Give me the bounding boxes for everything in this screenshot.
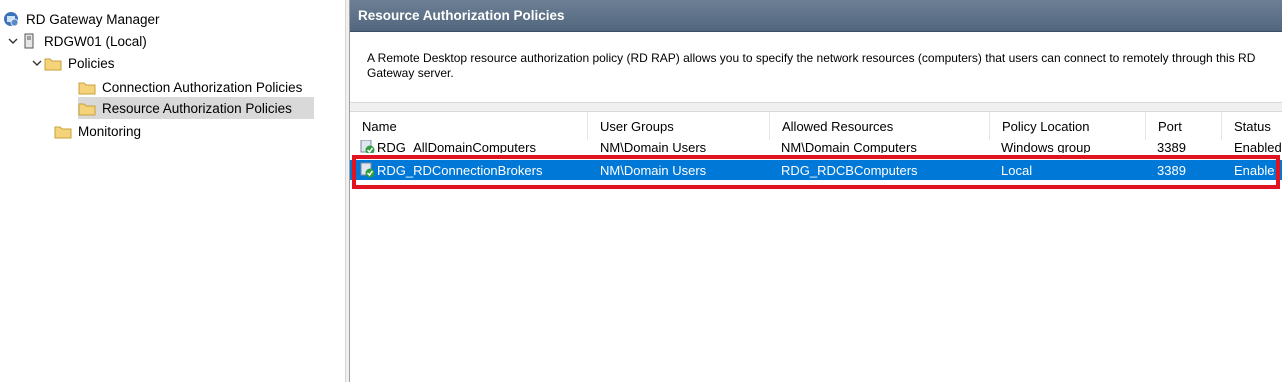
cell-policy-location: Windows group — [1001, 140, 1091, 153]
annotation-highlight-box — [352, 155, 1280, 189]
chevron-down-icon[interactable] — [6, 30, 20, 52]
tree-item-rd-gateway-manager[interactable]: RD Gateway Manager — [2, 8, 163, 30]
tree-label-monitoring: Monitoring — [78, 123, 142, 139]
column-header-policy-location[interactable]: Policy Location — [990, 112, 1146, 140]
cell-name: RDG_AllDomainComputers — [360, 140, 588, 153]
cell-status: Enabled — [1234, 140, 1282, 153]
tree-item-connection-authorization-policies[interactable]: Connection Authorization Policies — [78, 76, 305, 98]
folder-icon — [78, 78, 96, 96]
table-row[interactable]: RDG_AllDomainComputers NM\Domain Users N… — [350, 140, 1282, 153]
policy-list: Name User Groups Allowed Resources Polic… — [350, 112, 1282, 382]
chevron-down-icon[interactable] — [30, 52, 44, 74]
tree-label-root: RD Gateway Manager — [26, 11, 160, 27]
cell-allowed-resources: NM\Domain Computers — [781, 140, 917, 153]
folder-icon — [54, 122, 72, 140]
tree-label-rap: Resource Authorization Policies — [102, 100, 292, 116]
panel-title: Resource Authorization Policies — [350, 0, 1282, 32]
column-header-name[interactable]: Name — [350, 112, 588, 140]
rd-gateway-icon — [2, 10, 20, 28]
tree-item-monitoring[interactable]: Monitoring — [54, 120, 144, 142]
panel-description: A Remote Desktop resource authorization … — [367, 51, 1256, 80]
folder-icon — [44, 54, 62, 72]
tree-item-server[interactable]: RDGW01 (Local) — [6, 30, 150, 52]
server-icon — [20, 32, 38, 50]
policy-enabled-icon — [360, 140, 376, 153]
console-tree: RD Gateway Manager RDGW01 (Local) Polici… — [0, 0, 345, 382]
cell-port: 3389 — [1157, 140, 1186, 153]
tree-item-policies[interactable]: Policies — [30, 52, 118, 74]
tree-item-resource-authorization-policies[interactable]: Resource Authorization Policies — [78, 97, 314, 119]
column-header-status[interactable]: Status — [1222, 112, 1282, 140]
folder-icon — [78, 99, 96, 117]
section-divider — [350, 103, 1282, 112]
cell-user-groups: NM\Domain Users — [600, 140, 707, 153]
tree-label-cap: Connection Authorization Policies — [102, 79, 303, 95]
tree-label-policies: Policies — [68, 55, 115, 71]
column-header-port[interactable]: Port — [1146, 112, 1222, 140]
results-pane: Resource Authorization Policies A Remote… — [350, 0, 1282, 382]
column-header-user-groups[interactable]: User Groups — [588, 112, 770, 140]
column-header-allowed-resources[interactable]: Allowed Resources — [770, 112, 990, 140]
tree-label-server: RDGW01 (Local) — [44, 33, 147, 49]
description-area: A Remote Desktop resource authorization … — [350, 33, 1282, 103]
